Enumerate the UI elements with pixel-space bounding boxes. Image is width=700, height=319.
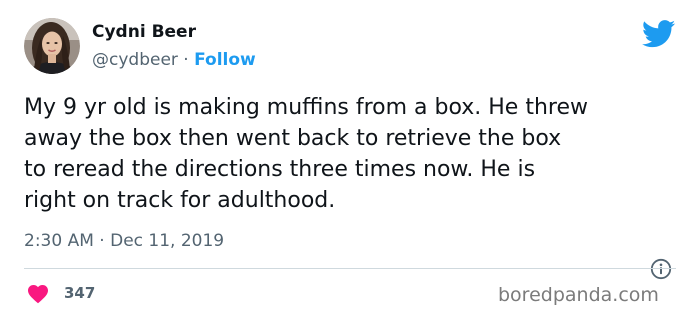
tweet-card: Cydni Beer @cydbeer · Follow My 9 yr old… — [0, 0, 700, 319]
twitter-bird-icon[interactable] — [642, 20, 676, 48]
info-icon[interactable] — [650, 258, 672, 280]
like-count: 347 — [64, 284, 96, 302]
avatar-image — [24, 18, 80, 74]
like-button[interactable]: 347 — [26, 281, 95, 305]
tweet-text: My 9 yr old is making muffins from a box… — [24, 95, 588, 213]
author-handle-line: @cydbeer · Follow — [92, 50, 256, 70]
divider — [24, 268, 676, 269]
avatar[interactable] — [24, 18, 80, 74]
timestamp-separator: · — [93, 231, 111, 251]
author-handle[interactable]: @cydbeer — [92, 50, 178, 70]
heart-icon — [28, 285, 48, 304]
tweet-timestamp[interactable]: 2:30 AM · Dec 11, 2019 — [24, 231, 224, 251]
watermark: boredpanda.com — [498, 284, 659, 306]
tweet-date: Dec 11, 2019 — [110, 231, 225, 251]
follow-button[interactable]: Follow — [194, 50, 256, 70]
author-name[interactable]: Cydni Beer — [92, 22, 196, 42]
handle-separator: · — [177, 50, 195, 70]
tweet-time: 2:30 AM — [24, 231, 94, 251]
